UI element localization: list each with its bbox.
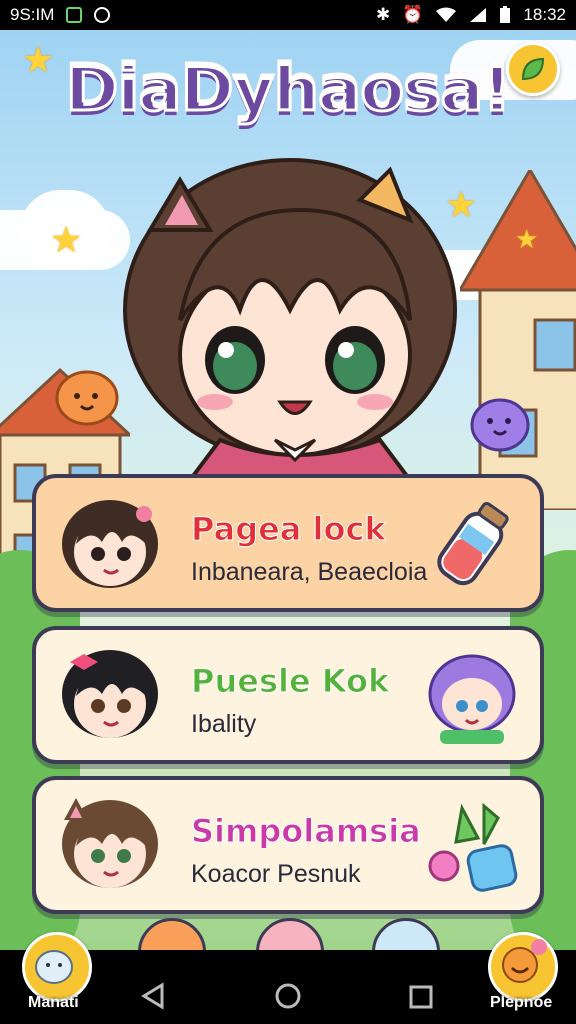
status-bar: 9S:IM ✱ ⏰ 18:32: [0, 0, 576, 30]
leaf-icon: [521, 57, 545, 81]
app-notification-icon: [94, 7, 111, 23]
right-house-illustration: [460, 170, 576, 510]
manati-menu-label: Manati: [28, 994, 79, 1011]
character-card[interactable]: Puesle Kok Ibality: [32, 626, 544, 764]
character-avatar: [62, 650, 158, 738]
star-icon: ★: [50, 220, 83, 261]
game-title-text: DiaDyhaosa!: [64, 51, 513, 128]
hero-character-illustration: [123, 158, 457, 480]
character-name: Puesle Kok: [190, 662, 390, 701]
shop-badge-button[interactable]: [506, 42, 560, 96]
character-subtitle: Koacor Pesnuk: [191, 860, 361, 888]
purple-hair-chibi-icon: [428, 654, 516, 744]
home-icon[interactable]: [274, 982, 302, 1010]
character-card[interactable]: Simpolamsia Koacor Pesnuk: [32, 776, 544, 914]
signal-icon: [470, 8, 487, 22]
manati-menu-button[interactable]: [22, 932, 92, 1002]
orange-blob-creature: [55, 370, 119, 426]
plepnoe-menu-button[interactable]: [488, 932, 558, 1002]
alarm-icon: ⏰: [402, 5, 424, 24]
notification-icon: [66, 7, 83, 23]
smile-face-icon: [502, 939, 547, 983]
purple-blob-creature: [470, 398, 530, 452]
game-title: DiaDyhaosa!: [20, 51, 556, 128]
character-name: Simpolamsia: [191, 812, 422, 851]
character-avatar: [62, 798, 158, 888]
back-icon[interactable]: [140, 982, 166, 1010]
character-subtitle: Ibality: [191, 710, 257, 738]
wifi-icon: [436, 7, 457, 22]
character-avatar: [62, 500, 158, 588]
character-subtitle: Inbaneara, Beaecloia: [191, 558, 428, 586]
cat-icon: [35, 950, 73, 984]
character-name: Pagea lock: [191, 510, 387, 549]
bluetooth-icon: ✱: [376, 5, 391, 24]
status-time-left: 9S:IM: [10, 5, 55, 24]
plepnoe-menu-label: Plepnoe: [490, 994, 553, 1011]
crystal-gem-icon: [428, 802, 518, 892]
status-time-right: 18:32: [523, 5, 566, 24]
star-icon: ★: [22, 40, 55, 81]
potion-bottle-icon: [437, 501, 509, 586]
battery-icon: [500, 6, 511, 23]
character-card[interactable]: Pagea lock Inbaneara, Beaecloia: [32, 474, 544, 612]
star-icon: ★: [515, 225, 539, 255]
recents-icon[interactable]: [408, 984, 434, 1010]
